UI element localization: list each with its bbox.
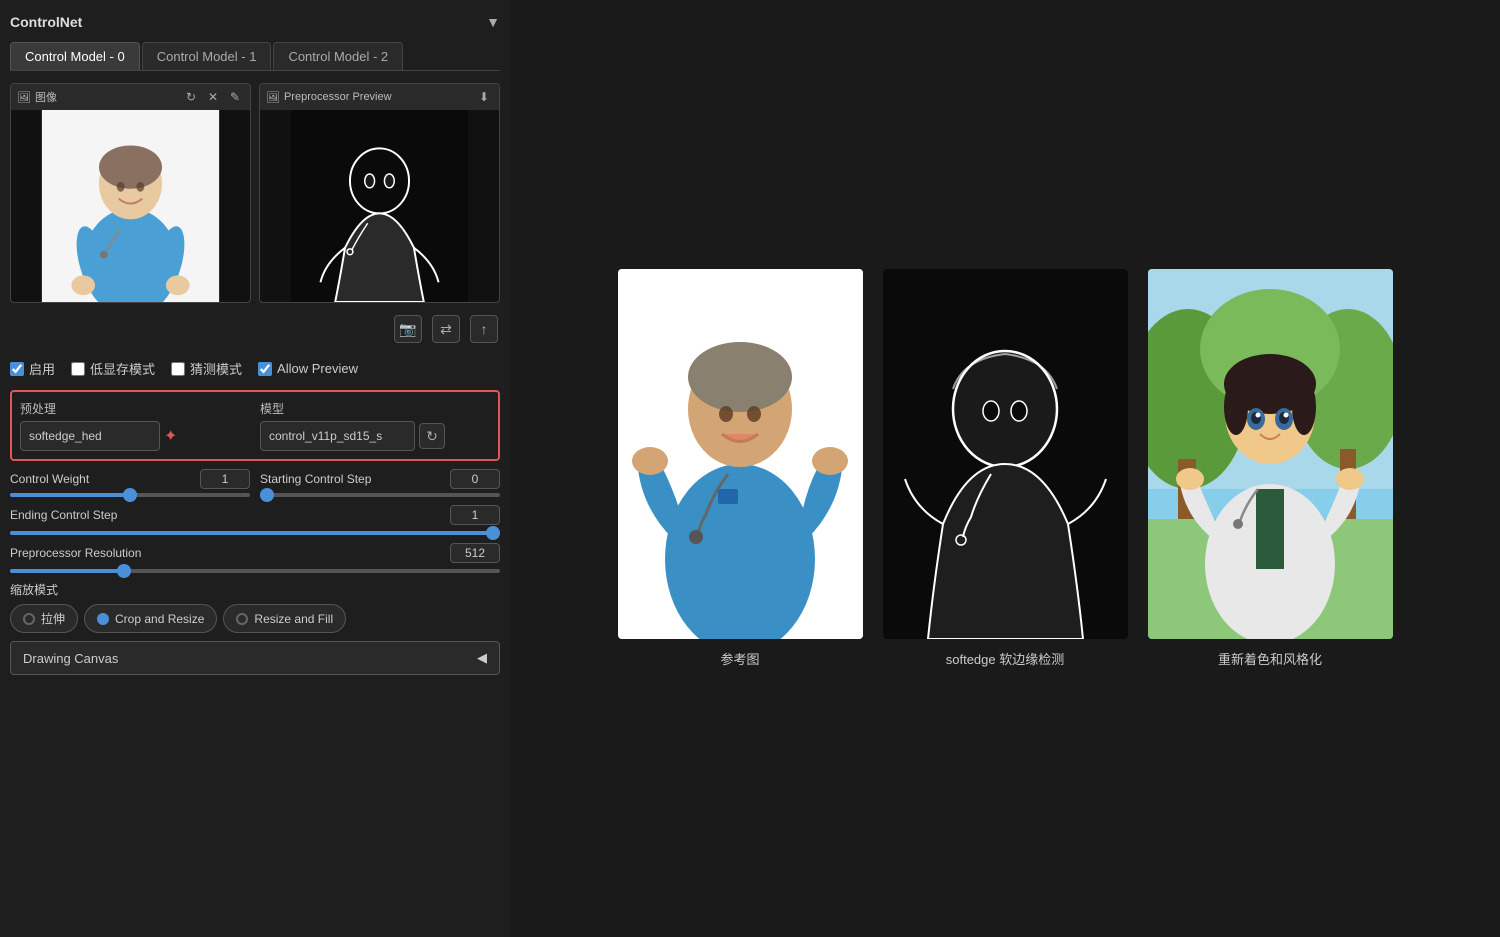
image-icon: 🖼 [17,91,31,104]
zoom-btn-stretch-label: 拉伸 [41,610,65,627]
anime-caption: 重新着色和风格化 [1218,649,1322,668]
input-image-header: 🖼 图像 ↻ ✕ ✎ [11,84,250,110]
upload-btn[interactable]: ↑ [470,315,498,343]
control-weight-value: 1 [200,469,250,489]
download-preview-btn[interactable]: ⬇ [475,88,493,106]
result-image-anime: 重新着色和风格化 [1148,269,1393,668]
radio-dot-crop-resize [97,613,109,625]
ref-caption: 参考图 [720,649,759,668]
model-refresh-btn[interactable]: ↻ [419,423,445,449]
sketch-caption: softedge 软边缘检测 [946,649,1065,668]
control-weight-header: Control Weight 1 [10,469,250,489]
zoom-mode-btns: 拉伸 Crop and Resize Resize and Fill [10,604,500,633]
starting-step-value: 0 [450,469,500,489]
anime-svg [1148,269,1393,639]
tabs-row: Control Model - 0 Control Model - 1 Cont… [10,42,500,71]
preprocessor-select[interactable]: softedge_hed [20,421,160,451]
allow-preview-input[interactable] [258,362,272,376]
input-image-content [11,110,250,302]
swap-btn[interactable]: ⇄ [432,315,460,343]
nurse-image-svg [11,110,250,302]
model-group: 模型 control_v11p_sd15_s ↻ [260,400,490,451]
guess-mode-input[interactable] [171,362,185,376]
starting-step-header: Starting Control Step 0 [260,469,500,489]
preprocessor-res-value: 512 [450,543,500,563]
panel-header: ControlNet ▼ [10,10,500,34]
preprocessor-field-row: softedge_hed ✦ [20,421,250,451]
left-panel: ControlNet ▼ Control Model - 0 Control M… [0,0,510,937]
zoom-btn-crop-resize-label: Crop and Resize [115,612,204,626]
zoom-btn-crop-resize[interactable]: Crop and Resize [84,604,217,633]
result-image-ref: 参考图 [618,269,863,668]
preprocessor-res-section: Preprocessor Resolution 512 [10,543,500,573]
ending-step-label: Ending Control Step [10,508,117,522]
right-panel: 参考图 [510,0,1500,937]
panel-title: ControlNet [10,14,82,30]
preprocessor-res-header: Preprocessor Resolution 512 [10,543,500,563]
camera-btn[interactable]: 📷 [394,315,422,343]
drawing-canvas-arrow: ◀ [477,650,487,666]
preview-icon: 🖼 [266,91,280,104]
starting-step-slider[interactable] [260,493,500,497]
ending-step-value: 1 [450,505,500,525]
preprocessor-preview-box: 🖼 Preprocessor Preview ⬇ [259,83,500,303]
ref-nurse-svg [618,269,863,639]
drawing-canvas-row[interactable]: Drawing Canvas ◀ [10,641,500,675]
images-display: 参考图 [618,269,1393,668]
close-image-btn[interactable]: ✕ [204,88,222,106]
enable-checkbox[interactable]: 启用 [10,359,55,378]
control-weight-slider[interactable] [10,493,250,497]
radio-dot-stretch [23,613,35,625]
model-field-row: control_v11p_sd15_s ↻ [260,421,490,451]
input-image-label: 🖼 图像 [17,89,57,105]
preproc-model-box: 预处理 softedge_hed ✦ 模型 control_v11p_sd15_… [10,390,500,461]
starting-step-col: Starting Control Step 0 [260,469,500,497]
ending-step-section: Ending Control Step 1 [10,505,500,535]
tab-control-model-2[interactable]: Control Model - 2 [273,42,403,70]
zoom-mode-section: 缩放模式 拉伸 Crop and Resize Resize and Fill [10,581,500,633]
preprocessor-res-label: Preprocessor Resolution [10,546,141,560]
drawing-canvas-label: Drawing Canvas [23,651,118,666]
model-select[interactable]: control_v11p_sd15_s [260,421,415,451]
radio-dot-resize-fill [236,613,248,625]
zoom-btn-stretch[interactable]: 拉伸 [10,604,78,633]
tab-control-model-0[interactable]: Control Model - 0 [10,42,140,70]
control-weight-label: Control Weight [10,472,89,486]
ending-step-header: Ending Control Step 1 [10,505,500,525]
spark-icon: ✦ [164,426,177,446]
result-image-sketch: softedge 软边缘检测 [883,269,1128,668]
preprocessor-group: 预处理 softedge_hed ✦ [20,400,250,451]
guess-mode-checkbox[interactable]: 猜测模式 [171,359,242,378]
enable-input[interactable] [10,362,24,376]
action-row: 📷 ⇄ ↑ [10,311,500,347]
options-row: 启用 低显存模式 猜测模式 Allow Preview [10,355,500,382]
control-weight-col: Control Weight 1 [10,469,250,497]
preprocessor-res-slider[interactable] [10,569,500,573]
tab-control-model-1[interactable]: Control Model - 1 [142,42,272,70]
low-vram-input[interactable] [71,362,85,376]
preprocessor-preview-content [260,110,499,302]
starting-step-label: Starting Control Step [260,472,371,486]
sketch-svg [260,110,499,302]
panel-collapse-arrow[interactable]: ▼ [486,14,500,30]
sketch-result-svg [883,269,1128,639]
zoom-mode-label: 缩放模式 [10,581,500,598]
edit-image-btn[interactable]: ✎ [226,88,244,106]
preprocessor-label: 预处理 [20,400,250,417]
preprocessor-preview-label: 🖼 Preprocessor Preview [266,91,392,104]
model-label: 模型 [260,400,490,417]
zoom-btn-resize-fill[interactable]: Resize and Fill [223,604,346,633]
image-row: 🖼 图像 ↻ ✕ ✎ [10,83,500,303]
zoom-btn-resize-fill-label: Resize and Fill [254,612,333,626]
sketch-result-image [883,269,1128,639]
ref-image [618,269,863,639]
preprocessor-preview-header: 🖼 Preprocessor Preview ⬇ [260,84,499,110]
allow-preview-checkbox[interactable]: Allow Preview [258,361,358,376]
anime-result-image [1148,269,1393,639]
low-vram-checkbox[interactable]: 低显存模式 [71,359,155,378]
ending-step-slider[interactable] [10,531,500,535]
two-col-sliders: Control Weight 1 Starting Control Step 0 [10,469,500,497]
refresh-image-btn[interactable]: ↻ [182,88,200,106]
input-image-box: 🖼 图像 ↻ ✕ ✎ [10,83,251,303]
